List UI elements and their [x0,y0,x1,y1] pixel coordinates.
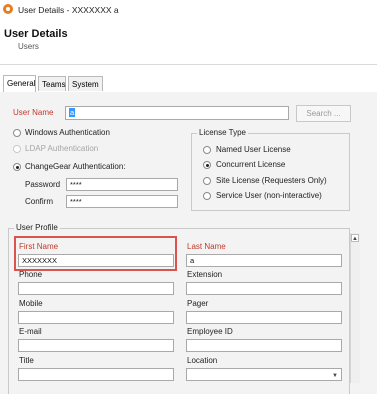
extension-label: Extension [187,270,223,279]
ldap-auth-label: LDAP Authentication [25,144,99,153]
pager-label: Pager [187,299,209,308]
ldap-auth-radio [13,145,21,153]
email-label: E-mail [19,327,42,336]
profile-scrollbar[interactable] [350,233,360,383]
search-button[interactable]: Search ... [296,105,351,122]
window-title: User Details - XXXXXXX a [18,5,119,15]
title-input[interactable] [18,368,174,381]
page-subtitle: Users [18,42,39,51]
windows-auth-label: Windows Authentication [25,128,110,137]
password-label: Password [25,180,61,189]
user-profile-legend: User Profile [14,223,60,232]
first-name-label: First Name [19,242,59,251]
windows-auth-radio[interactable] [13,129,21,137]
tab-general[interactable]: General [3,75,36,92]
scroll-up-icon[interactable]: ▲ [351,234,359,242]
location-label: Location [187,356,218,365]
email-input[interactable] [18,339,174,352]
location-select[interactable]: ▼ [186,368,342,381]
page-title: User Details [4,28,68,40]
mobile-input[interactable] [18,311,174,324]
pager-input[interactable] [186,311,342,324]
service-user-label: Service User (non-interactive) [216,191,322,200]
user-name-value: a [69,108,76,117]
first-name-input[interactable]: XXXXXXX [18,254,174,267]
concurrent-license-label: Concurrent License [216,160,286,169]
site-license-radio[interactable] [203,177,211,185]
tab-teams[interactable]: Teams [38,76,66,91]
employee-id-input[interactable] [186,339,342,352]
named-license-label: Named User License [216,145,291,154]
service-user-radio[interactable] [203,192,211,200]
password-input[interactable]: **** [66,178,178,191]
user-name-input[interactable]: a [65,106,289,120]
named-license-radio[interactable] [203,146,211,154]
confirm-input[interactable]: **** [66,195,178,208]
title-label: Title [19,356,34,365]
phone-label: Phone [19,270,43,279]
employee-id-label: Employee ID [187,327,233,336]
app-icon [3,4,13,14]
phone-input[interactable] [18,282,174,295]
license-type-legend: License Type [197,128,248,137]
last-name-label: Last Name [187,242,226,251]
last-name-input[interactable]: a [186,254,342,267]
site-license-label: Site License (Requesters Only) [216,176,327,185]
mobile-label: Mobile [19,299,43,308]
tab-system[interactable]: System [68,76,103,91]
user-name-label: User Name [13,108,54,117]
changegear-auth-radio[interactable] [13,163,21,171]
confirm-label: Confirm [25,197,54,206]
page-header [0,19,377,65]
chevron-down-icon: ▼ [332,373,338,379]
extension-input[interactable] [186,282,342,295]
concurrent-license-radio[interactable] [203,161,211,169]
changegear-auth-label: ChangeGear Authentication: [25,162,126,171]
